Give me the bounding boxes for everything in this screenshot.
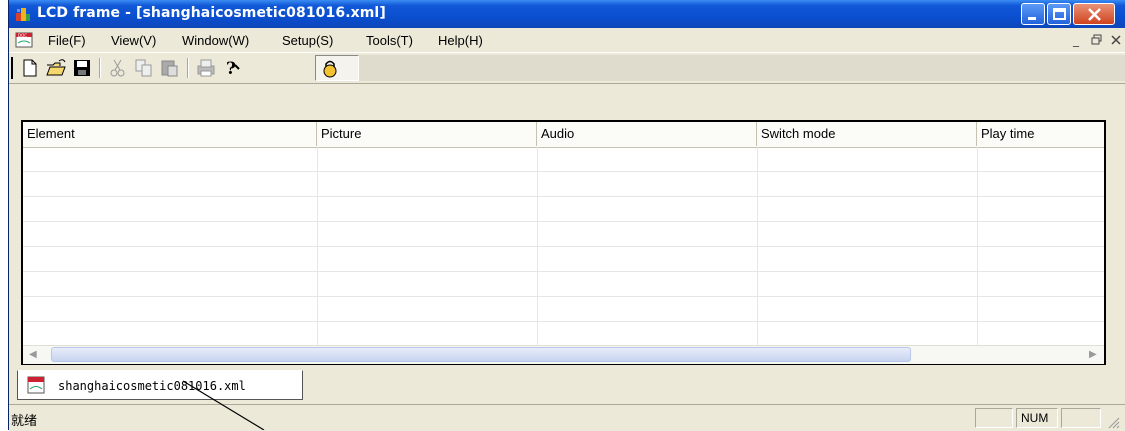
scroll-thumb[interactable] <box>51 347 911 362</box>
toolbar-separator <box>187 58 189 78</box>
grid-line <box>23 171 1104 172</box>
column-header-play-time[interactable]: Play time <box>977 122 1104 146</box>
status-pane-num: NUM <box>1016 408 1058 428</box>
copy-icon[interactable] <box>133 57 155 79</box>
column-header-element[interactable]: Element <box>23 122 317 146</box>
menu-bar: DOC File(F) View(V) Window(W) Setup(S) T… <box>9 28 1125 53</box>
mdi-restore-icon[interactable] <box>1091 34 1103 46</box>
document-tab-strip: shanghaicosmetic081016.xml <box>9 367 1125 403</box>
element-list-table[interactable]: Element Picture Audio Switch mode Play t… <box>21 120 1106 365</box>
toolbar-empty-area <box>359 55 1125 81</box>
grid-line <box>23 321 1104 322</box>
app-window: LCD frame - [shanghaicosmetic081016.xml]… <box>8 0 1125 431</box>
tab-label: shanghaicosmetic081016.xml <box>58 379 246 393</box>
column-header-audio[interactable]: Audio <box>537 122 757 146</box>
lock-button-pressed[interactable] <box>315 55 359 81</box>
horizontal-scrollbar[interactable]: ◀ ▶ <box>23 345 1104 364</box>
status-bar: 就绪 NUM <box>9 404 1125 431</box>
grid-line <box>537 147 538 347</box>
grid-line <box>757 147 758 347</box>
grid-line <box>23 246 1104 247</box>
minimize-icon <box>1028 17 1036 20</box>
mdi-close-icon[interactable] <box>1110 34 1122 46</box>
menu-file[interactable]: File(F) <box>48 33 86 48</box>
table-header: Element Picture Audio Switch mode Play t… <box>23 122 1104 148</box>
resize-grip-icon[interactable] <box>1106 415 1120 429</box>
print-icon[interactable] <box>195 57 217 79</box>
lcd-frame-app-icon <box>16 8 30 21</box>
document-icon <box>27 376 45 394</box>
grid-line <box>977 147 978 347</box>
menu-view[interactable]: View(V) <box>111 33 156 48</box>
cut-icon[interactable] <box>107 57 129 79</box>
open-icon[interactable] <box>45 57 67 79</box>
menu-window[interactable]: Window(W) <box>182 33 249 48</box>
document-icon[interactable]: DOC <box>15 32 33 48</box>
new-icon[interactable] <box>19 57 41 79</box>
close-icon <box>1088 8 1101 21</box>
help-icon[interactable]: ? <box>221 57 243 79</box>
status-text: 就绪 <box>11 414 38 429</box>
status-pane-scrl <box>1061 408 1101 428</box>
toolbar-separator <box>99 58 101 78</box>
minimize-button[interactable] <box>1021 3 1045 25</box>
column-header-picture[interactable]: Picture <box>317 122 537 146</box>
mdi-minimize-button[interactable]: _ <box>1073 33 1079 47</box>
close-button[interactable] <box>1073 3 1115 25</box>
svg-text:?: ? <box>226 59 236 79</box>
column-header-switch-mode[interactable]: Switch mode <box>757 122 977 146</box>
save-icon[interactable] <box>71 57 93 79</box>
grid-line <box>23 296 1104 297</box>
window-title: LCD frame - [shanghaicosmetic081016.xml] <box>37 5 386 21</box>
grid-line <box>23 271 1104 272</box>
status-pane-caps <box>975 408 1013 428</box>
scroll-right-arrow-icon[interactable]: ▶ <box>1089 349 1097 360</box>
title-bar[interactable]: LCD frame - [shanghaicosmetic081016.xml] <box>9 0 1125 28</box>
svg-text:DOC: DOC <box>18 33 27 38</box>
maximize-icon <box>1053 8 1066 20</box>
grid-line <box>23 196 1104 197</box>
scroll-left-arrow-icon[interactable]: ◀ <box>29 349 37 360</box>
grid-line <box>317 147 318 347</box>
menu-help[interactable]: Help(H) <box>438 33 483 48</box>
menu-tools[interactable]: Tools(T) <box>366 33 413 48</box>
toolbar: ? <box>9 53 1125 84</box>
maximize-button[interactable] <box>1047 3 1071 25</box>
paste-icon[interactable] <box>159 57 181 79</box>
tab-document[interactable]: shanghaicosmetic081016.xml <box>17 370 303 400</box>
toolbar-grip[interactable] <box>11 57 16 79</box>
lock-icon <box>323 60 337 78</box>
menu-setup[interactable]: Setup(S) <box>282 33 333 48</box>
grid-line <box>23 221 1104 222</box>
